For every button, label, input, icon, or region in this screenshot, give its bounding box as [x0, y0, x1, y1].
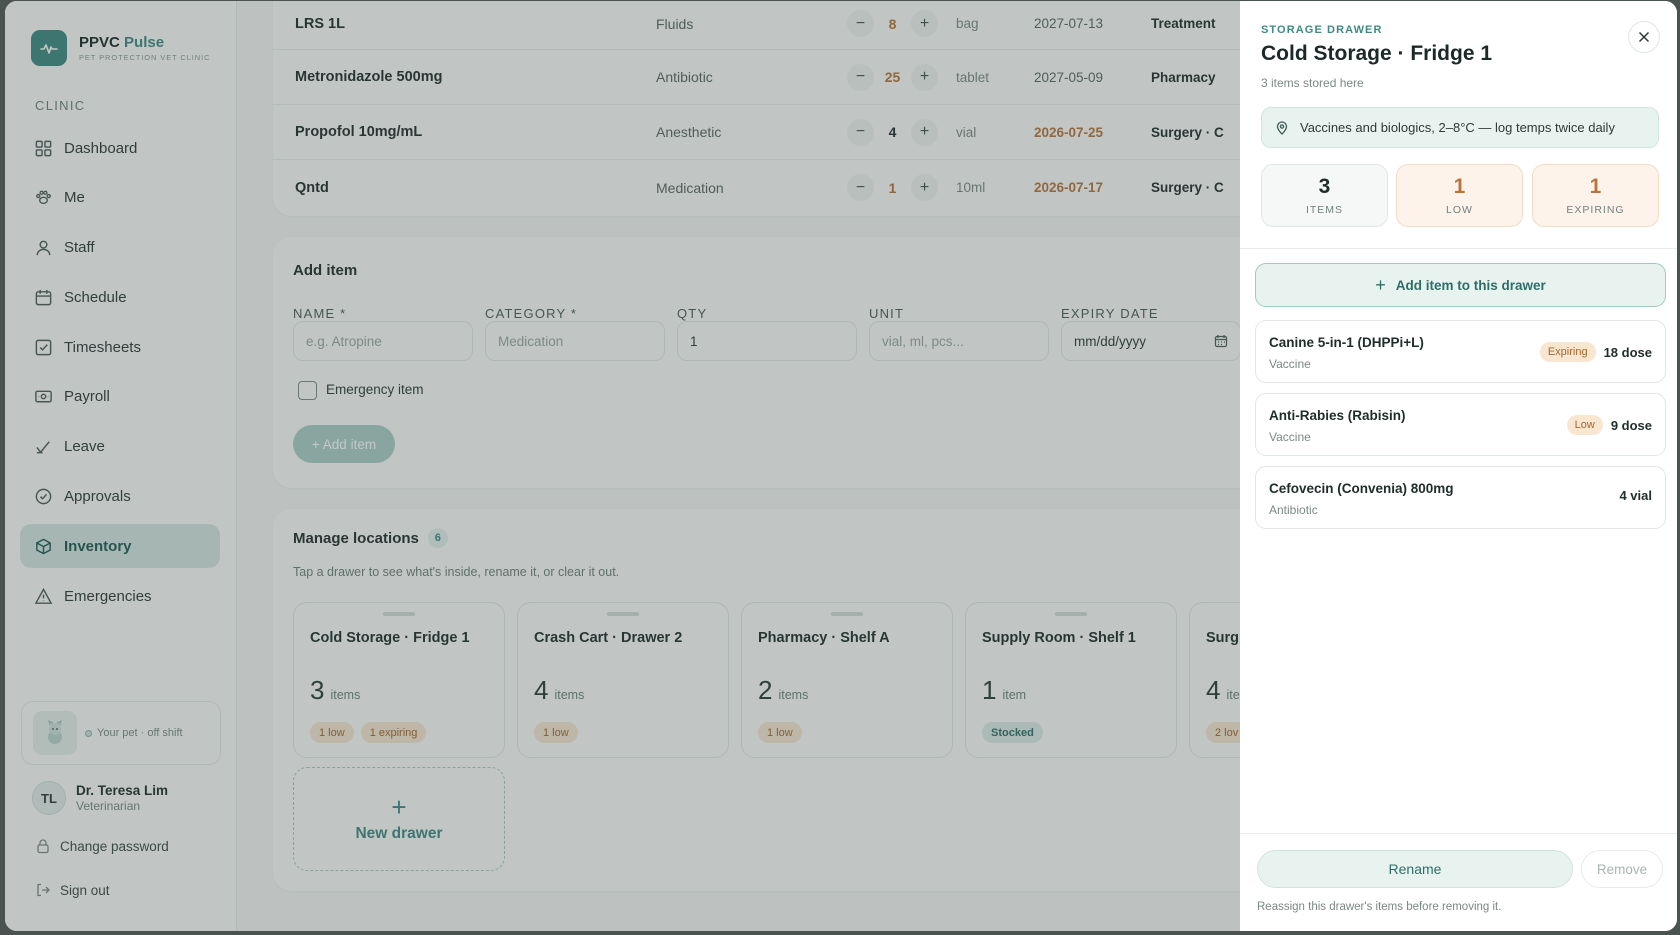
stat-label: LOW — [1446, 204, 1473, 216]
status-badge: Low — [1566, 415, 1603, 435]
divider — [1240, 248, 1677, 249]
drawer-note: Vaccines and biologics, 2–8°C — log temp… — [1261, 107, 1659, 148]
stat-items: 3 ITEMS — [1261, 164, 1388, 227]
drawer-item-qty: 9 dose — [1610, 417, 1652, 433]
app-window: PPVC Pulse PET PROTECTION VET CLINIC CLI… — [5, 1, 1677, 931]
drawer-item-name: Cefovecin (Convenia) 800mg — [1269, 481, 1454, 496]
panel-subtitle: 3 items stored here — [1261, 76, 1364, 90]
drawer-item[interactable]: Anti-Rabies (Rabisin) Vaccine Low 9 dose — [1255, 393, 1666, 456]
status-badge: Expiring — [1539, 342, 1596, 362]
stat-label: EXPIRING — [1566, 204, 1625, 216]
stat-expiring: 1 EXPIRING — [1532, 164, 1659, 227]
panel-title: Cold Storage · Fridge 1 — [1261, 42, 1493, 65]
stat-value: 3 — [1318, 175, 1331, 198]
close-button[interactable] — [1628, 21, 1660, 53]
location-pin-icon — [1276, 120, 1288, 135]
stat-low: 1 LOW — [1396, 164, 1523, 227]
panel-eyebrow: STORAGE DRAWER — [1261, 24, 1383, 36]
drawer-item-name: Anti-Rabies (Rabisin) — [1269, 408, 1406, 423]
drawer-note-text: Vaccines and biologics, 2–8°C — log temp… — [1300, 120, 1615, 135]
storage-drawer-panel: STORAGE DRAWER Cold Storage · Fridge 1 3… — [1240, 1, 1677, 931]
drawer-item-category: Antibiotic — [1269, 503, 1318, 517]
close-icon — [1638, 31, 1650, 43]
stat-value: 1 — [1453, 175, 1466, 198]
add-item-to-drawer-label: Add item to this drawer — [1395, 277, 1546, 293]
add-item-to-drawer-button[interactable]: + Add item to this drawer — [1255, 263, 1666, 307]
divider — [1240, 833, 1677, 834]
drawer-item[interactable]: Canine 5-in-1 (DHPPi+L) Vaccine Expiring… — [1255, 320, 1666, 383]
remove-hint: Reassign this drawer's items before remo… — [1257, 901, 1502, 913]
drawer-item-qty: 4 vial — [1619, 488, 1652, 503]
drawer-item[interactable]: Cefovecin (Convenia) 800mg Antibiotic 4 … — [1255, 466, 1666, 529]
remove-button[interactable]: Remove — [1581, 850, 1663, 888]
drawer-item-category: Vaccine — [1269, 430, 1311, 444]
rename-button[interactable]: Rename — [1257, 850, 1573, 888]
drawer-item-category: Vaccine — [1269, 357, 1311, 371]
plus-icon: + — [1375, 274, 1386, 295]
stat-value: 1 — [1589, 175, 1602, 198]
stat-label: ITEMS — [1305, 204, 1344, 216]
drawer-item-name: Canine 5-in-1 (DHPPi+L) — [1269, 335, 1424, 350]
drawer-item-qty: 18 dose — [1603, 344, 1652, 360]
